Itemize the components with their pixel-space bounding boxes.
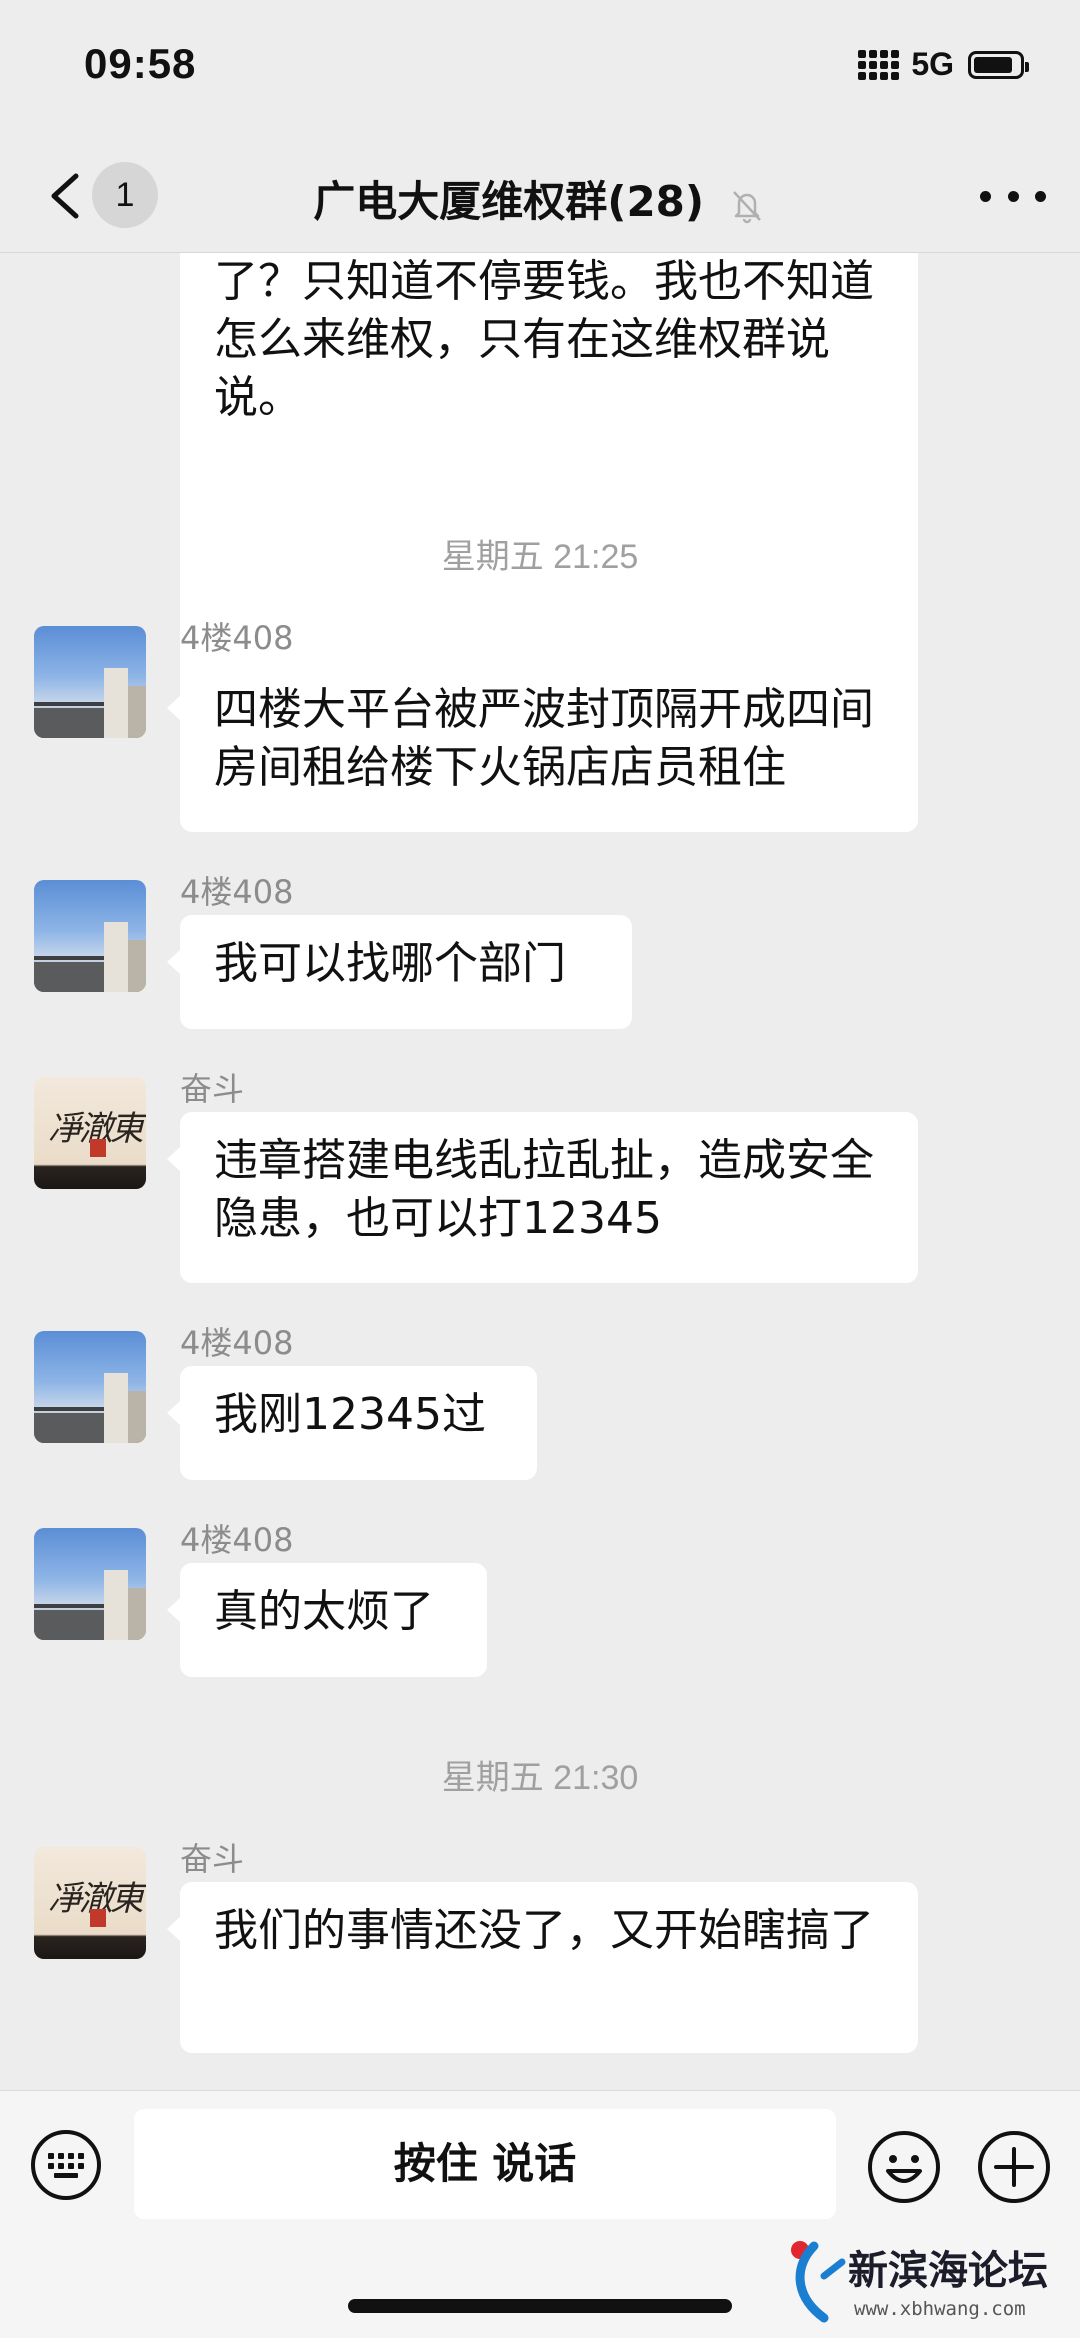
- message-bubble[interactable]: 我们的事情还没了，又开始瞎搞了: [167, 1882, 918, 2053]
- sender-name: 4楼408: [180, 1324, 294, 1362]
- message-bubble[interactable]: 我刚12345过: [167, 1366, 537, 1480]
- avatar-seal: [90, 1909, 106, 1927]
- status-bar: 09:58 5G: [0, 0, 1080, 140]
- battery-icon: [968, 50, 1029, 79]
- hold-to-talk-button[interactable]: 按住 说话: [134, 2109, 836, 2219]
- home-indicator[interactable]: [348, 2299, 732, 2313]
- signal-icon: [858, 49, 900, 80]
- status-time: 09:58: [84, 40, 197, 87]
- sender-name: 4楼408: [180, 619, 294, 657]
- sender-name: 4楼408: [180, 873, 294, 911]
- avatar[interactable]: 凈澈東: [34, 1847, 146, 1959]
- avatar[interactable]: [34, 1331, 146, 1443]
- message-text: 了？只知道不停要钱。我也不知道怎么来维权，只有在这维权群说说。: [214, 256, 874, 423]
- sender-name: 奋斗: [180, 1840, 245, 1878]
- sender-name: 奋斗: [180, 1070, 245, 1108]
- message-bubble[interactable]: 四楼大平台被严波封顶隔开成四间房间租给楼下火锅店店员租住: [167, 661, 918, 832]
- message-bubble[interactable]: 真的太烦了: [167, 1563, 487, 1677]
- avatar[interactable]: [34, 1528, 146, 1640]
- watermark-text: 新滨海论坛: [848, 2248, 1048, 2294]
- avatar-seal: [90, 1139, 106, 1157]
- avatar[interactable]: [34, 880, 146, 992]
- message-bubble[interactable]: 我可以找哪个部门: [167, 915, 632, 1029]
- timestamp: 星期五 21:25: [441, 538, 639, 576]
- mute-bell-icon: [732, 190, 761, 223]
- forum-logo-icon: [791, 2241, 846, 2323]
- chat-title-wrap: 广电大厦维权群(28): [0, 168, 1080, 229]
- network-type: 5G: [911, 46, 954, 82]
- message-list[interactable]: 了？只知道不停要钱。我也不知道怎么来维权，只有在这维权群说说。 星期五 21:2…: [0, 253, 1080, 2090]
- avatar[interactable]: 凈澈東: [34, 1077, 146, 1189]
- more-options-icon[interactable]: [980, 176, 1046, 216]
- keyboard-icon[interactable]: [30, 2129, 102, 2201]
- forum-watermark: 新滨海论坛 www.xbhwang.com: [784, 2236, 1080, 2337]
- emoji-icon[interactable]: [866, 2129, 942, 2205]
- timestamp: 星期五 21:30: [441, 1759, 639, 1797]
- chat-header: 1 广电大厦维权群(28): [0, 140, 1080, 253]
- plus-icon[interactable]: [976, 2129, 1052, 2205]
- watermark-url: www.xbhwang.com: [854, 2298, 1026, 2320]
- chat-title: 广电大厦维权群(28): [313, 177, 705, 226]
- sender-name: 4楼408: [180, 1521, 294, 1559]
- message-bubble[interactable]: 违章搭建电线乱拉乱扯，造成安全隐患，也可以打12345: [167, 1112, 918, 1283]
- status-indicators: 5G: [858, 46, 1029, 83]
- avatar[interactable]: [34, 626, 146, 738]
